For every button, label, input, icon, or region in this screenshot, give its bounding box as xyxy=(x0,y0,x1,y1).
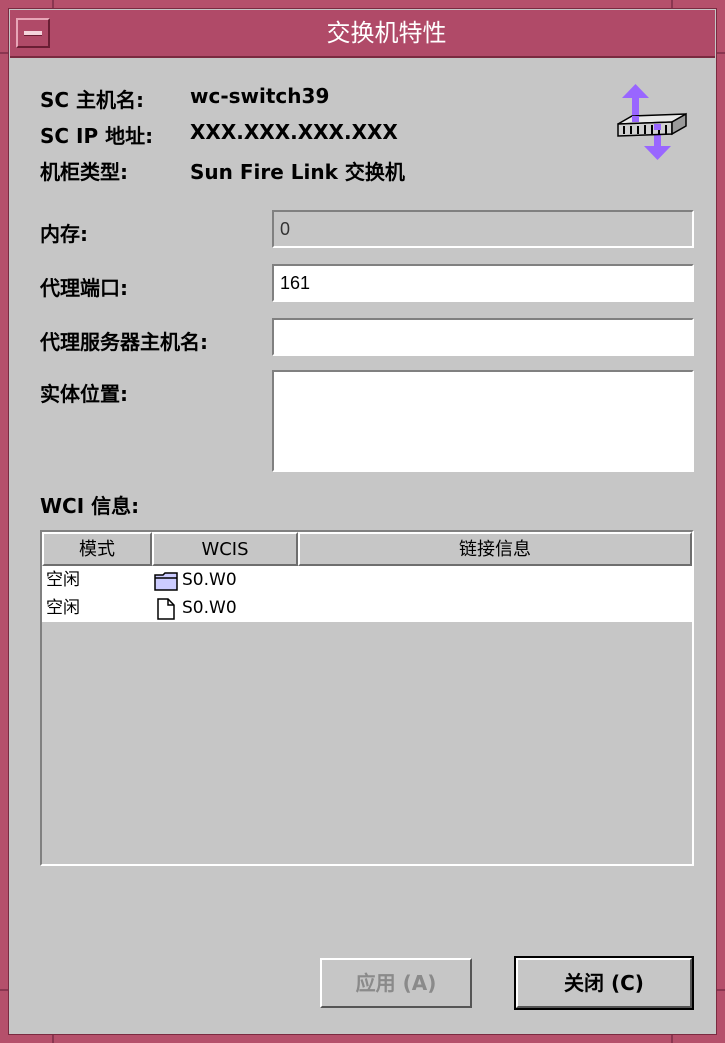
location-label: 实体位置: xyxy=(40,382,128,406)
table-row[interactable]: 空闲 S0.W0 xyxy=(42,566,692,594)
cabinet-type-label: 机柜类型: xyxy=(40,160,128,184)
memory-field xyxy=(272,210,694,248)
ip-value: XXX.XXX.XXX.XXX xyxy=(190,120,398,144)
apply-button[interactable]: 应用 (A) xyxy=(320,958,472,1008)
row-wcis: S0.W0 xyxy=(182,570,237,590)
folder-icon xyxy=(154,572,178,591)
close-button[interactable]: 关闭 (C) xyxy=(516,958,692,1008)
window-menu-button[interactable] xyxy=(16,18,50,48)
agent-port-label: 代理端口: xyxy=(40,276,128,300)
table-header: 模式 WCIS 链接信息 xyxy=(42,532,692,566)
column-header-link-info[interactable]: 链接信息 xyxy=(298,532,692,566)
file-icon xyxy=(157,598,175,620)
wci-table[interactable]: 模式 WCIS 链接信息 空闲 S0.W0 空闲 S0.W0 xyxy=(40,530,694,866)
host-value: wc-switch39 xyxy=(190,84,330,108)
row-mode: 空闲 xyxy=(46,570,80,590)
column-header-wcis[interactable]: WCIS xyxy=(152,532,298,566)
network-switch-icon xyxy=(617,84,687,160)
host-label: SC 主机名: xyxy=(40,88,145,112)
agent-host-label: 代理服务器主机名: xyxy=(40,330,208,354)
memory-label: 内存: xyxy=(40,222,88,246)
window-title: 交换机特性 xyxy=(326,19,447,47)
title-bar[interactable]: 交换机特性 xyxy=(10,10,715,58)
agent-host-input[interactable] xyxy=(272,318,694,356)
location-textarea[interactable] xyxy=(272,370,694,472)
cabinet-type-value: Sun Fire Link 交换机 xyxy=(190,160,405,184)
row-mode: 空闲 xyxy=(46,598,80,618)
wci-section-label: WCI 信息: xyxy=(40,494,140,518)
ip-label: SC IP 地址: xyxy=(40,124,154,148)
table-row[interactable]: 空闲 S0.W0 xyxy=(42,594,692,622)
row-wcis: S0.W0 xyxy=(182,598,237,618)
column-header-mode[interactable]: 模式 xyxy=(42,532,152,566)
agent-port-input[interactable] xyxy=(272,264,694,302)
